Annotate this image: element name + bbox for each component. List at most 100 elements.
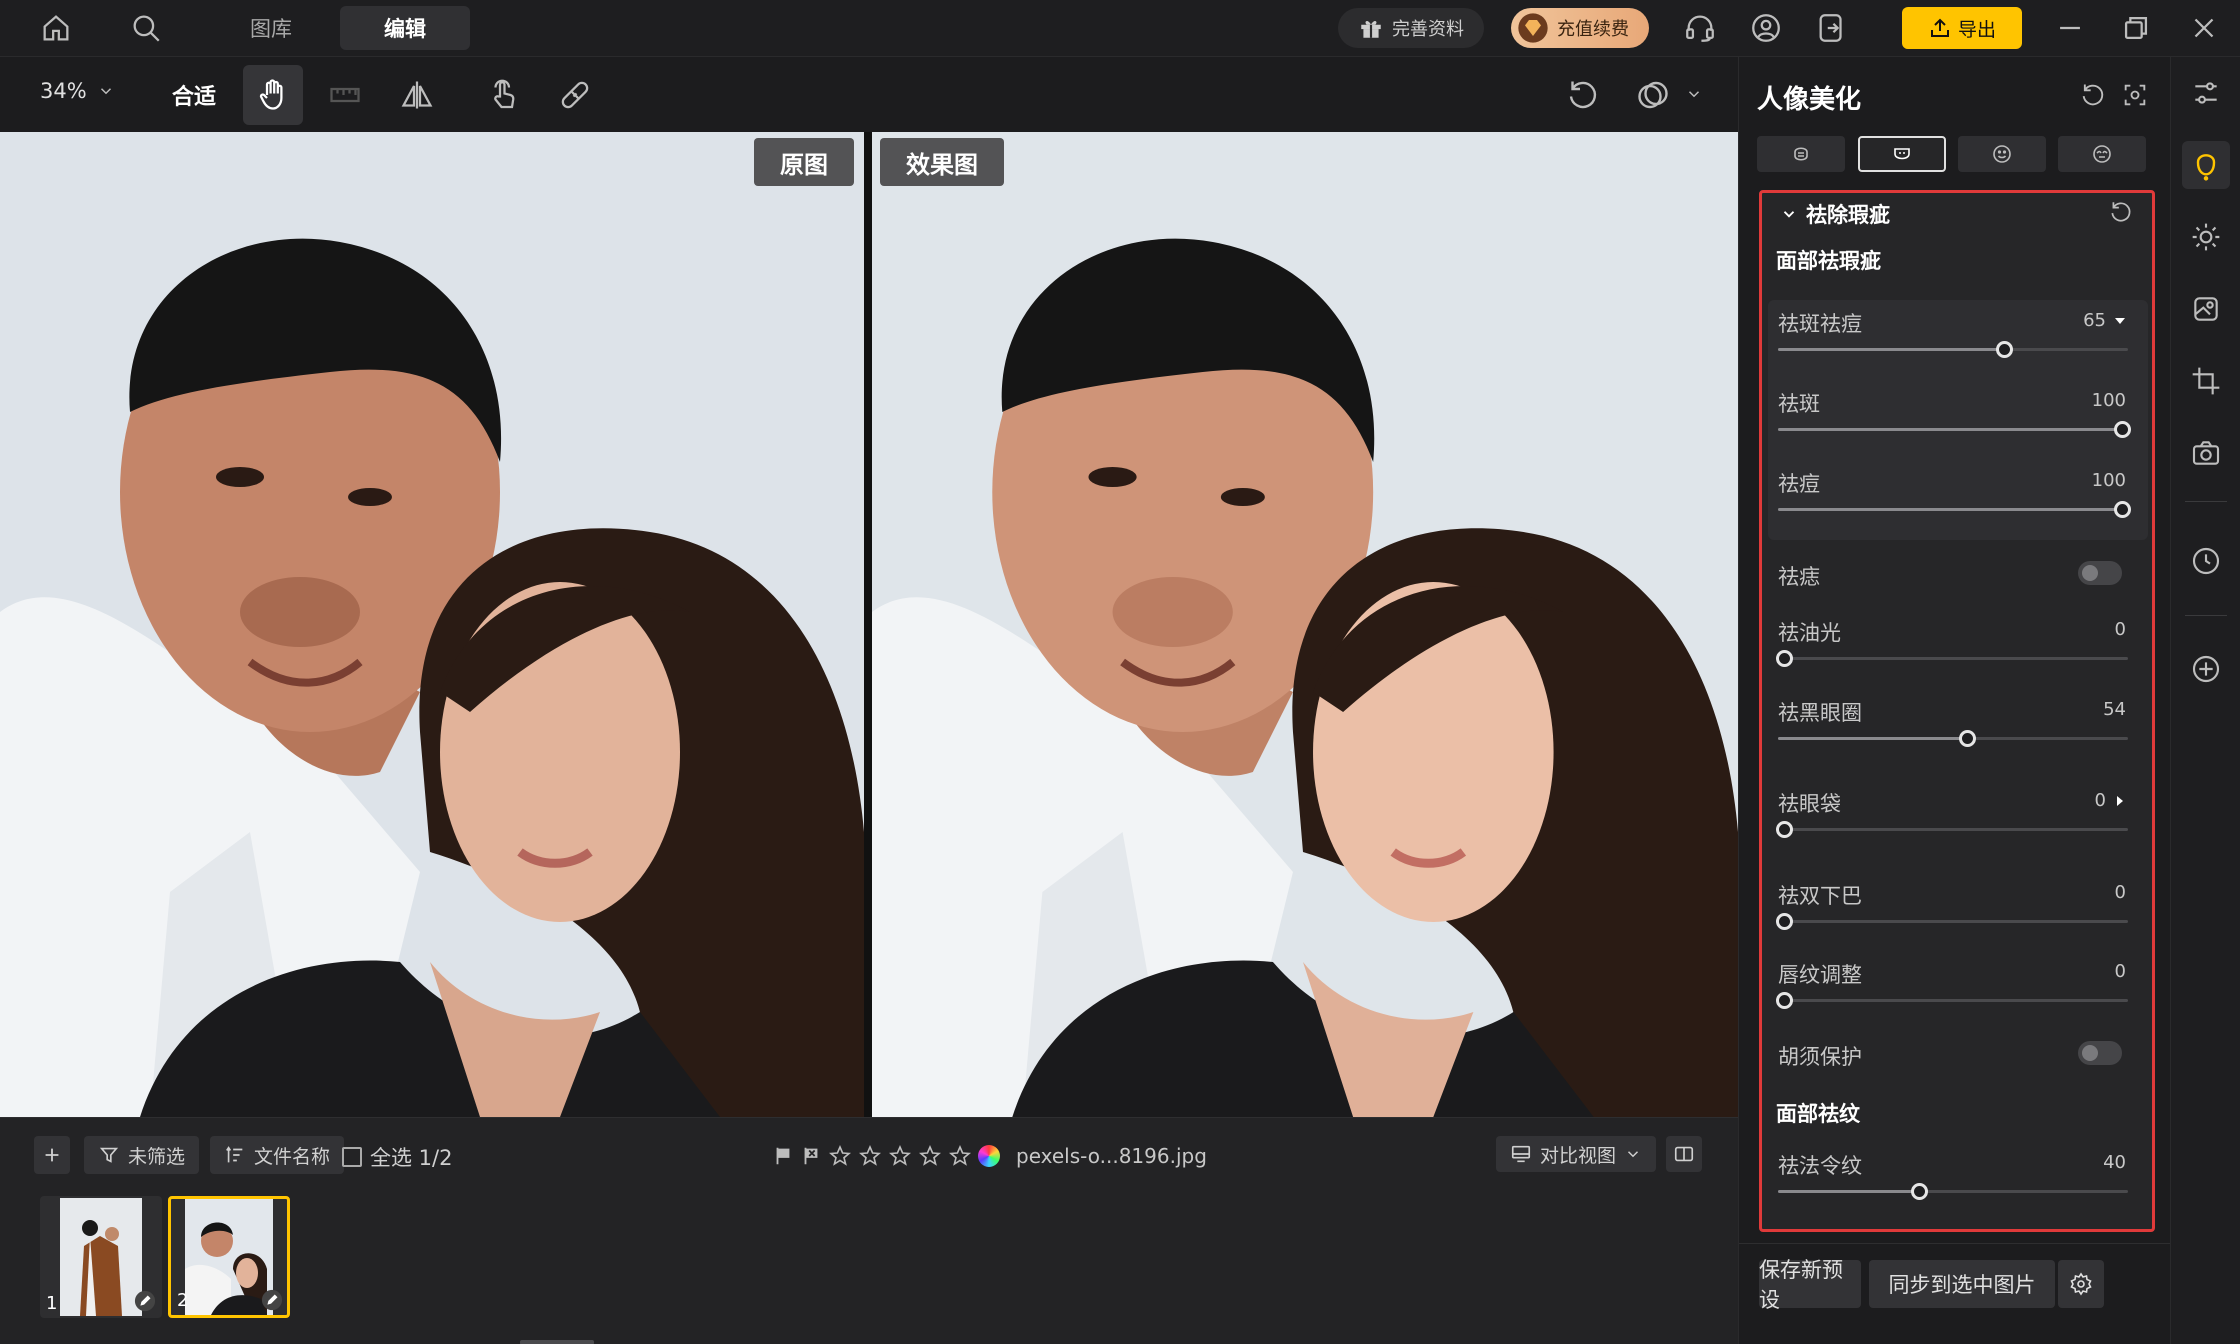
history-clock-icon[interactable] xyxy=(2182,537,2230,585)
slider-track[interactable] xyxy=(1778,730,2128,747)
compare-mode-button[interactable] xyxy=(1623,65,1683,125)
flip-tool[interactable] xyxy=(387,65,447,125)
checkbox-icon xyxy=(342,1147,362,1167)
zoom-select[interactable]: 34% xyxy=(40,79,115,103)
filmstrip-scrollbar[interactable] xyxy=(520,1340,594,1344)
account-icon[interactable] xyxy=(1748,10,1784,46)
caret-right-icon[interactable] xyxy=(2114,795,2126,807)
compare-divider[interactable] xyxy=(864,132,872,1117)
touch-tool[interactable] xyxy=(473,65,533,125)
close-icon[interactable] xyxy=(2186,10,2222,46)
slider-knob[interactable] xyxy=(1776,650,1793,667)
slider-track[interactable] xyxy=(1776,913,2128,930)
image-canvas[interactable]: 原图 效果图 xyxy=(0,132,1738,1117)
filmstrip-bar: 未筛选 文件名称 全选 1/2 pexels-o...8196.jpg 对比视图 xyxy=(0,1117,1738,1344)
slider-knob[interactable] xyxy=(1911,1183,1928,1200)
slider-knob[interactable] xyxy=(1776,913,1793,930)
face-mask-icon xyxy=(1890,142,1914,166)
export-label: 导出 xyxy=(1957,18,1996,41)
recharge-button[interactable]: 充值续费 xyxy=(1511,8,1649,48)
split-view-button[interactable] xyxy=(1666,1136,1702,1172)
slider-track[interactable] xyxy=(1778,341,2128,358)
tab-skin[interactable] xyxy=(1757,136,1845,172)
thumbnail-1[interactable]: 1 xyxy=(40,1196,162,1318)
search-icon[interactable] xyxy=(128,10,164,46)
mole-toggle-row: 祛痣 xyxy=(1778,561,2138,591)
tab-blemish[interactable] xyxy=(1858,136,1946,172)
ruler-tool[interactable] xyxy=(315,65,375,125)
chevron-down-icon[interactable] xyxy=(1685,85,1703,103)
adjust-sliders-icon[interactable] xyxy=(2182,69,2230,117)
section-header[interactable]: 祛除瑕疵 xyxy=(1780,199,1890,229)
face-scan-icon[interactable] xyxy=(2121,81,2149,109)
beard-toggle[interactable] xyxy=(2078,1041,2122,1065)
caret-down-icon[interactable] xyxy=(2114,315,2126,327)
bandage-tool[interactable] xyxy=(545,65,605,125)
star-2-icon[interactable] xyxy=(858,1144,882,1168)
tool-bar: 34% 合适 xyxy=(0,57,1738,132)
home-icon[interactable] xyxy=(38,10,74,46)
crop-icon[interactable] xyxy=(2182,357,2230,405)
slider-knob[interactable] xyxy=(1996,341,2013,358)
settings-button[interactable] xyxy=(2058,1260,2104,1308)
result-label: 效果图 xyxy=(880,138,1004,186)
face-wrinkle-subheading: 面部祛纹 xyxy=(1776,1102,1860,1126)
star-1-icon[interactable] xyxy=(828,1144,852,1168)
sync-selected-button[interactable]: 同步到选中图片 xyxy=(1869,1260,2055,1308)
view-mode-select[interactable]: 对比视图 xyxy=(1496,1136,1657,1172)
add-button[interactable] xyxy=(34,1136,70,1174)
minimize-icon[interactable] xyxy=(2052,10,2088,46)
filter-button[interactable]: 未筛选 xyxy=(84,1136,200,1174)
tab-edit[interactable]: 编辑 xyxy=(340,6,470,50)
portrait-beauty-icon[interactable] xyxy=(2182,141,2230,189)
thumbnail-2[interactable]: 2 xyxy=(168,1196,290,1318)
image-adjust-icon[interactable] xyxy=(2182,285,2230,333)
slider-track[interactable] xyxy=(1776,992,2128,1009)
star-3-icon[interactable] xyxy=(888,1144,912,1168)
split-view-icon xyxy=(1673,1143,1695,1165)
support-headset-icon[interactable] xyxy=(1682,10,1718,46)
mole-toggle[interactable] xyxy=(2078,561,2122,585)
star-5-icon[interactable] xyxy=(948,1144,972,1168)
undo-button[interactable] xyxy=(1553,65,1613,125)
view-mode-label: 对比视图 xyxy=(1540,1144,1617,1167)
slider-label: 祛双下巴 xyxy=(1778,884,1862,908)
slider-track[interactable] xyxy=(1778,1183,2128,1200)
slider-label: 祛痘 xyxy=(1778,472,1820,496)
section-reset-icon[interactable] xyxy=(2108,199,2134,225)
color-wheel-icon[interactable] xyxy=(978,1145,1000,1167)
camera-icon[interactable] xyxy=(2182,429,2230,477)
reset-icon[interactable] xyxy=(2079,81,2107,109)
ruler-icon xyxy=(327,77,363,113)
tab-library[interactable]: 图库 xyxy=(206,6,336,50)
select-all-checkbox[interactable]: 全选 1/2 xyxy=(342,1142,452,1172)
sort-icon xyxy=(224,1144,246,1166)
brightness-icon[interactable] xyxy=(2182,213,2230,261)
slider-knob[interactable] xyxy=(1776,821,1793,838)
toggle-label: 胡须保护 xyxy=(1778,1045,1862,1069)
maximize-icon[interactable] xyxy=(2118,10,2154,46)
slider-track[interactable] xyxy=(1776,650,2128,667)
star-4-icon[interactable] xyxy=(918,1144,942,1168)
add-plus-circle-icon[interactable] xyxy=(2182,645,2230,693)
slider-knob[interactable] xyxy=(1959,730,1976,747)
slider-knob[interactable] xyxy=(2114,501,2131,518)
fit-button[interactable]: 合适 xyxy=(172,79,216,111)
flag-icon[interactable] xyxy=(772,1145,794,1167)
sort-button[interactable]: 文件名称 xyxy=(210,1136,345,1174)
export-button[interactable]: 导出 xyxy=(1902,7,2022,49)
slider-knob[interactable] xyxy=(2114,421,2131,438)
save-preset-button[interactable]: 保存新预设 xyxy=(1759,1258,1861,1312)
slider-track[interactable] xyxy=(1778,421,2131,438)
slider-label: 唇纹调整 xyxy=(1778,963,1862,987)
complete-info-button[interactable]: 完善资料 xyxy=(1338,8,1484,48)
slider-track[interactable] xyxy=(1776,821,2128,838)
tab-makeup[interactable] xyxy=(2058,136,2146,172)
slider-knob[interactable] xyxy=(1776,992,1793,1009)
reject-flag-icon[interactable] xyxy=(800,1145,822,1167)
hand-tool[interactable] xyxy=(243,65,303,125)
tab-features[interactable] xyxy=(1958,136,2046,172)
beard-toggle-row: 胡须保护 xyxy=(1778,1041,2138,1071)
logout-icon[interactable] xyxy=(1814,10,1850,46)
slider-track[interactable] xyxy=(1778,501,2131,518)
